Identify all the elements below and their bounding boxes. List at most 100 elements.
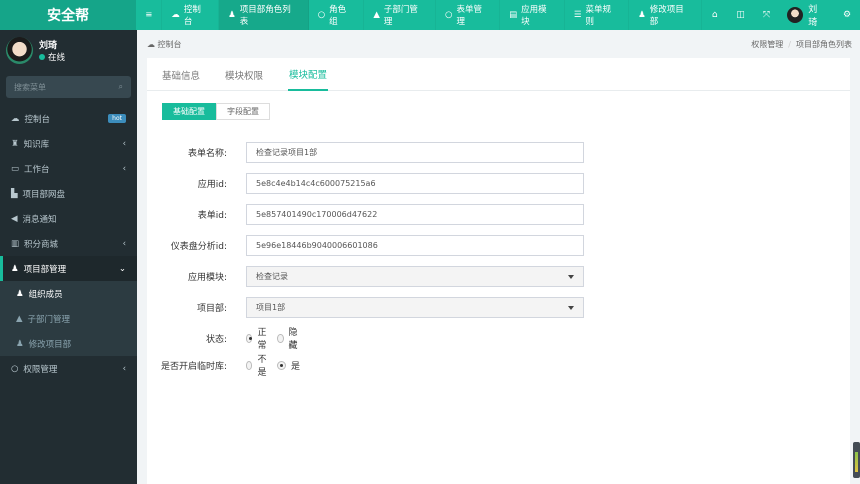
sidebar-label: 项目部网盘 xyxy=(22,189,66,200)
form-id-label: 表单id: xyxy=(197,210,227,221)
dashboard-id-label: 仪表盘分析id: xyxy=(170,241,227,252)
topnav-label: 修改项目部 xyxy=(649,5,684,27)
tab-module-permission[interactable]: 模块权限 xyxy=(225,58,273,91)
chevron-icon: ⌄ xyxy=(118,263,126,274)
sidebar-label: 修改项目部 xyxy=(28,339,72,350)
fullscreen-icon[interactable]: ⤧ xyxy=(754,10,780,20)
topnav-label: 项目部角色列表 xyxy=(239,5,291,27)
radio-checked-icon xyxy=(277,360,287,370)
sidebar-icon: ♟ xyxy=(16,338,24,349)
caret-down-icon xyxy=(568,274,574,282)
sidebar-icon: ♟ xyxy=(16,288,24,299)
breadcrumb-item: 项目部角色列表 xyxy=(796,39,852,49)
topnav-label: 菜单规则 xyxy=(585,5,611,27)
temp-db-radio-no[interactable]: 不是 xyxy=(246,352,269,378)
status-radio-hidden[interactable]: 隐藏 xyxy=(277,325,300,351)
dept-select[interactable]: 项目1部 xyxy=(246,296,584,318)
module-select[interactable]: 检查记录 xyxy=(246,265,584,287)
dept-value: 项目1部 xyxy=(256,302,286,312)
settings-icon[interactable]: ⚙ xyxy=(834,10,860,20)
topnav-item[interactable]: ♟ 修改项目部 xyxy=(629,0,702,30)
status-dot-icon xyxy=(39,53,45,60)
breadcrumb-home[interactable]: ☁ 控制台 xyxy=(147,39,182,50)
submenu: ♟ 组织成员 ▲ 子部门管理 ♟ 修改项目部 xyxy=(0,281,137,356)
sidebar-item[interactable]: ♜ 知识库 ‹ xyxy=(0,131,137,156)
radio-label: 隐藏 xyxy=(288,328,298,351)
user-icon: ♟ xyxy=(228,10,236,20)
breadcrumb-item[interactable]: 权限管理 xyxy=(751,40,783,49)
sidebar-item[interactable]: ▙ 项目部网盘 xyxy=(0,181,137,206)
floating-widget[interactable] xyxy=(853,442,860,478)
circle-icon: ○ xyxy=(445,10,453,20)
sidebar-label: 消息通知 xyxy=(22,214,57,225)
tab-module-config[interactable]: 模块配置 xyxy=(288,58,329,91)
sidebar-item[interactable]: ♟ 组织成员 xyxy=(0,281,137,306)
sidebar-label: 子部门管理 xyxy=(27,314,71,325)
topnav-item[interactable]: ○ 角色组 xyxy=(309,0,365,30)
dept-label: 项目部: xyxy=(196,303,227,314)
menu-icon: ≡ xyxy=(145,10,153,20)
sidebar-item[interactable]: ◀ 消息通知 xyxy=(0,206,137,231)
logo[interactable]: 安全帮 xyxy=(0,0,137,30)
briefcase-icon: ▲ xyxy=(373,10,380,20)
sidebar-item[interactable]: ▭ 工作台 ‹ xyxy=(0,156,137,181)
status-radio-normal[interactable]: 正常 xyxy=(246,325,269,351)
sidebar-icon: ▙ xyxy=(11,188,18,199)
tab-basic-info[interactable]: 基础信息 xyxy=(162,58,210,91)
topnav-item[interactable]: ≡ xyxy=(136,0,163,30)
circle-icon: ○ xyxy=(317,10,326,20)
user-name: 刘琦 xyxy=(39,40,58,51)
content-panel: 基础信息 模块权限 模块配置 基础配置 字段配置 表单名称: 检查记录项目1部 应… xyxy=(147,58,850,484)
sidebar-item[interactable]: ○ 权限管理 ‹ xyxy=(0,356,137,381)
app-id-input[interactable]: 5e8c4e4b14c4c600075215a6 xyxy=(246,172,584,194)
sidebar: 刘琦 在线 搜索菜单 ⌕ ☁ 控制台 hot ♜ 知识库 ‹ ▭ 工作台 ‹ ▙ 项目部网盘 ◀ 消息通知… xyxy=(0,30,137,484)
dashboard-id-input[interactable]: 5e96e18446b9040006601086 xyxy=(246,234,584,256)
topnav-item[interactable]: ▤ 应用模块 xyxy=(500,0,565,30)
temp-db-label: 是否开启临时库: xyxy=(160,361,227,372)
topnav-label: 应用模块 xyxy=(521,5,547,27)
sidebar-item[interactable]: ▥ 积分商城 ‹ xyxy=(0,231,137,256)
sidebar-item[interactable]: ☁ 控制台 hot xyxy=(0,106,137,131)
temp-db-radio-group: 不是 是 xyxy=(246,352,300,378)
form-name-input[interactable]: 检查记录项目1部 xyxy=(246,141,584,163)
form-id-input[interactable]: 5e857401490c170006d47622 xyxy=(246,203,584,225)
module-label: 应用模块: xyxy=(187,272,227,283)
user-panel: 刘琦 在线 xyxy=(0,30,137,70)
sidebar-label: 工作台 xyxy=(24,164,50,175)
list-alt-icon: ▤ xyxy=(509,10,518,20)
clear-cache-icon[interactable]: ◫ xyxy=(728,10,754,20)
topnav-label: 子部门管理 xyxy=(383,5,418,27)
sidebar-item[interactable]: ♟ 修改项目部 xyxy=(0,331,137,356)
hot-badge: hot xyxy=(108,114,126,123)
sidebar-label: 知识库 xyxy=(23,139,50,150)
sidebar-icon: ☁ xyxy=(11,113,20,124)
chevron-icon: ‹ xyxy=(122,138,126,149)
sidebar-item[interactable]: ▲ 子部门管理 xyxy=(0,306,137,331)
chevron-icon: ‹ xyxy=(122,163,126,174)
radio-icon xyxy=(246,360,253,370)
sidebar-icon: ▭ xyxy=(11,163,20,174)
status-text: 在线 xyxy=(48,52,66,63)
topnav-item[interactable]: ○ 表单管理 xyxy=(436,0,501,30)
user-menu[interactable]: 刘琦 xyxy=(779,2,834,28)
app-id-label: 应用id: xyxy=(197,179,227,190)
home-icon[interactable]: ⌂ xyxy=(702,10,728,20)
online-status: 在线 xyxy=(39,51,65,63)
topnav-item[interactable]: ♟ 项目部角色列表 xyxy=(219,0,309,30)
radio-label: 不是 xyxy=(257,355,267,378)
temp-db-radio-yes[interactable]: 是 xyxy=(277,359,300,372)
radio-label: 正常 xyxy=(257,328,267,351)
sidebar-item[interactable]: ♟ 项目部管理 ⌄ xyxy=(0,256,137,281)
menu-search-input[interactable]: 搜索菜单 ⌕ xyxy=(6,76,131,98)
topnav-item[interactable]: ▲ 子部门管理 xyxy=(364,0,437,30)
radio-label: 是 xyxy=(291,361,301,372)
topnav-item[interactable]: ☁ 控制台 xyxy=(162,0,220,30)
topnav-label: 控制台 xyxy=(183,5,201,27)
field-config-button[interactable]: 字段配置 xyxy=(216,103,270,120)
topnav-item[interactable]: ☰ 菜单规则 xyxy=(565,0,630,30)
sidebar-icon: ○ xyxy=(11,363,19,374)
topnav-label: 表单管理 xyxy=(456,5,482,27)
basic-config-button[interactable]: 基础配置 xyxy=(162,103,216,120)
sidebar-label: 控制台 xyxy=(24,114,51,125)
sidebar-icon: ▥ xyxy=(11,238,20,249)
